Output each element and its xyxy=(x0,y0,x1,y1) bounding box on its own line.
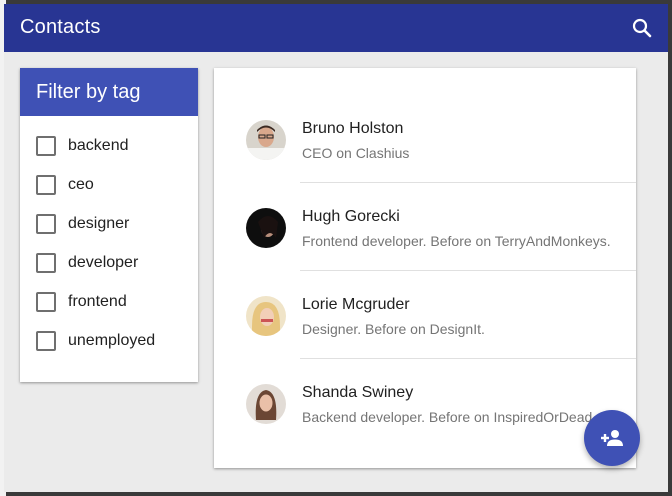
contact-name: Bruno Holston xyxy=(302,120,404,137)
tag-checkbox[interactable] xyxy=(36,174,56,195)
tag-checkbox[interactable] xyxy=(36,330,56,351)
add-contact-button[interactable] xyxy=(584,410,640,466)
search-button[interactable] xyxy=(630,16,654,40)
tag-checkbox[interactable] xyxy=(36,135,56,156)
contact-description: Designer. Before on DesignIt. xyxy=(302,321,485,337)
avatar xyxy=(246,120,286,160)
divider xyxy=(300,270,636,271)
contact-item-shanda-swiney[interactable]: Shanda Swiney Backend developer. Before … xyxy=(214,372,636,460)
app-title: Contacts xyxy=(20,16,101,38)
tag-label: frontend xyxy=(68,292,127,310)
contacts-app-window: Contacts Filter by tag backend ceo desig… xyxy=(4,4,668,492)
contact-name: Shanda Swiney xyxy=(302,384,414,401)
tag-checkbox[interactable] xyxy=(36,213,56,234)
contact-name: Hugh Gorecki xyxy=(302,208,400,225)
contact-description: Frontend developer. Before on TerryAndMo… xyxy=(302,233,611,249)
avatar xyxy=(246,296,286,336)
contact-description: Backend developer. Before on InspiredOrD… xyxy=(302,409,593,425)
contacts-list-card: Bruno Holston CEO on Clashius Hugh Gorec… xyxy=(214,68,636,468)
avatar xyxy=(246,208,286,248)
contact-description: CEO on Clashius xyxy=(302,145,410,161)
tag-designer[interactable]: designer xyxy=(20,204,198,243)
avatar xyxy=(246,384,286,424)
divider xyxy=(300,182,636,183)
tag-ceo[interactable]: ceo xyxy=(20,165,198,204)
tag-label: ceo xyxy=(68,175,94,193)
person-add-icon xyxy=(601,430,623,446)
tag-backend[interactable]: backend xyxy=(20,126,198,165)
tag-checkbox[interactable] xyxy=(36,252,56,273)
tag-label: backend xyxy=(68,136,129,154)
divider xyxy=(300,358,636,359)
tag-unemployed[interactable]: unemployed xyxy=(20,321,198,360)
tag-developer[interactable]: developer xyxy=(20,243,198,282)
filter-card: Filter by tag backend ceo designer devel… xyxy=(20,68,198,382)
tag-label: unemployed xyxy=(68,331,156,349)
tag-checkbox[interactable] xyxy=(36,291,56,312)
tag-frontend[interactable]: frontend xyxy=(20,282,198,321)
tag-list: backend ceo designer developer frontend … xyxy=(20,116,198,360)
tag-label: developer xyxy=(68,253,139,271)
contact-name: Lorie Mcgruder xyxy=(302,296,410,313)
tag-label: designer xyxy=(68,214,130,232)
filter-title: Filter by tag xyxy=(20,68,198,116)
app-bar: Contacts xyxy=(4,4,668,52)
search-icon xyxy=(632,18,652,38)
